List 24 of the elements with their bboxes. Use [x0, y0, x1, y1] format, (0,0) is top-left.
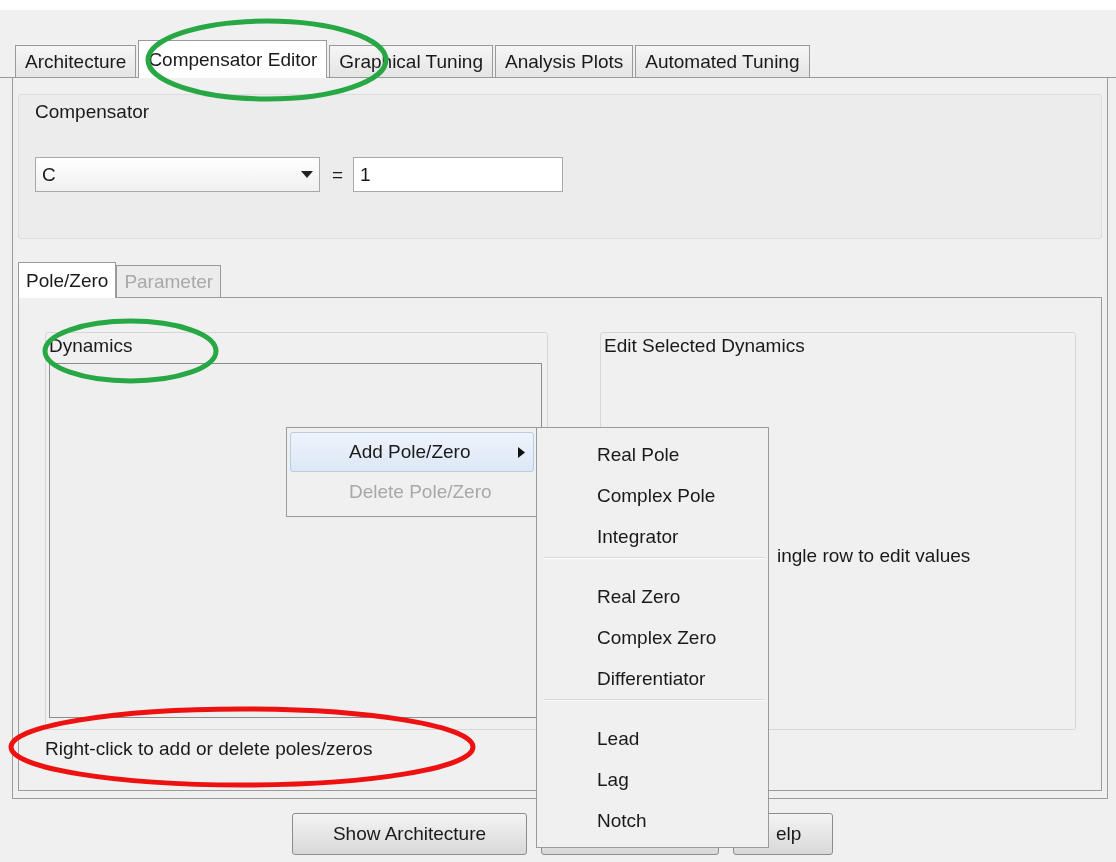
hint-text: Right-click to add or delete poles/zeros: [45, 738, 374, 760]
menu-item[interactable]: Lead: [540, 718, 765, 759]
tab[interactable]: Compensator Editor: [138, 40, 328, 78]
compensator-field[interactable]: 1: [353, 157, 564, 192]
group-title: Dynamics: [49, 335, 133, 357]
menu-item[interactable]: Real Zero: [540, 576, 765, 617]
menu-item[interactable]: Complex Zero: [540, 617, 765, 658]
dropdown-arrow-icon: [301, 170, 313, 179]
button[interactable]: Show Architecture: [292, 813, 527, 855]
menu-item[interactable]: Complex Pole: [540, 475, 765, 516]
menu-item[interactable]: Integrator: [540, 516, 765, 557]
menu-item[interactable]: Real Pole: [540, 434, 765, 475]
tab[interactable]: Analysis Plots: [495, 45, 634, 77]
menu-item[interactable]: Add Pole/Zero: [290, 432, 534, 472]
equals-sign: =: [332, 163, 344, 186]
menu-item[interactable]: Differentiator: [540, 658, 765, 699]
message-text: ingle row to edit values: [777, 545, 971, 567]
tab[interactable]: Automated Tuning: [635, 45, 810, 77]
compensator-dropdown[interactable]: C: [35, 157, 320, 192]
group-title: Compensator: [35, 101, 150, 123]
tab[interactable]: Architecture: [15, 45, 137, 77]
menu-item[interactable]: Lag: [540, 759, 765, 800]
tab[interactable]: Pole/Zero: [18, 262, 117, 298]
group-title: Edit Selected Dynamics: [604, 335, 805, 357]
